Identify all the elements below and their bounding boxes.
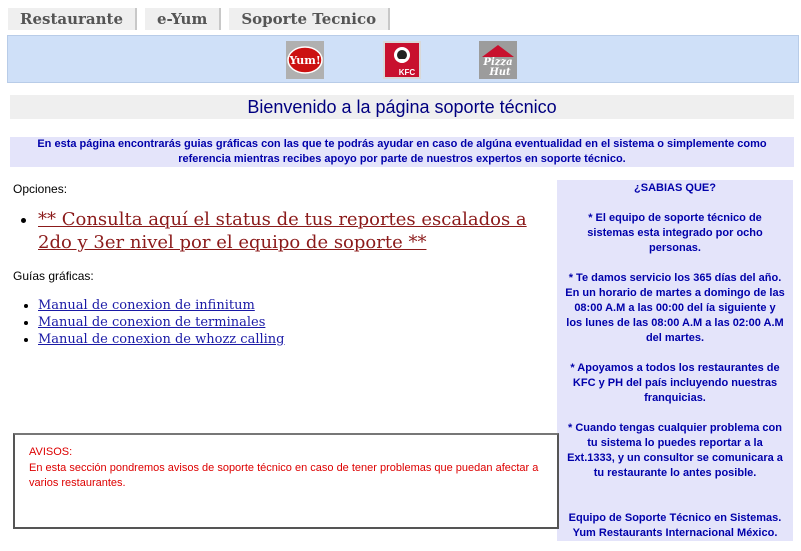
kfc-logo-text: KFC [399, 68, 416, 77]
intro-text: En esta página encontrarás guias gráfica… [10, 137, 794, 167]
sidebar-fact: * Apoyamos a todos los restaurantes de K… [570, 362, 780, 404]
list-item: ** Consulta aquí el status de tus report… [38, 208, 553, 254]
status-reports-link[interactable]: ** Consulta aquí el status de tus report… [38, 209, 527, 253]
guide-link-whozz-calling[interactable]: Manual de conexion de whozz calling [38, 332, 285, 347]
top-nav: Restaurante e-Yum Soporte Tecnico [8, 8, 391, 32]
guide-link-terminales[interactable]: Manual de conexion de terminales [38, 315, 265, 330]
tab-soporte-tecnico[interactable]: Soporte Tecnico [229, 8, 391, 30]
page-title: Bienvenido a la página soporte técnico [10, 95, 794, 119]
sidebar-fact: * Cuando tengas cualquier problema con t… [567, 422, 783, 479]
pizza-hut-text-2: Hut [488, 67, 511, 78]
pizza-hut-logo[interactable]: Pizza Hut [479, 41, 517, 79]
logo-bar: Yum! KFC Pizza Hut [7, 35, 799, 83]
avisos-box: AVISOS: En esta sección pondremos avisos… [13, 433, 559, 529]
guide-link-infinitum[interactable]: Manual de conexion de infinitum [38, 298, 255, 313]
kfc-logo[interactable]: KFC [383, 41, 421, 79]
avisos-title: AVISOS: [29, 446, 73, 458]
sidebar-fact: * El equipo de soporte técnico de sistem… [587, 212, 763, 254]
tab-e-yum[interactable]: e-Yum [145, 8, 222, 30]
yum-logo-text: Yum! [288, 54, 320, 67]
opciones-label: Opciones: [13, 182, 68, 196]
list-item: Manual de conexion de whozz calling [38, 331, 538, 348]
guides-list: Manual de conexion de infinitum Manual d… [38, 297, 538, 348]
avisos-text: En esta sección pondremos avisos de sopo… [29, 462, 539, 489]
yum-logo[interactable]: Yum! [286, 41, 324, 79]
guias-label: Guías gráficas: [13, 269, 94, 283]
sidebar-footer: Equipo de Soporte Técnico en Sistemas. Y… [568, 512, 782, 539]
tab-restaurante[interactable]: Restaurante [8, 8, 138, 30]
list-item: Manual de conexion de infinitum [38, 297, 538, 314]
list-item: Manual de conexion de terminales [38, 314, 538, 331]
options-list: ** Consulta aquí el status de tus report… [38, 208, 553, 254]
sidebar-fact: * Te damos servicio los 365 días del año… [565, 272, 785, 344]
sidebar-title: ¿SABIAS QUE? [634, 182, 716, 194]
sabias-que-panel: ¿SABIAS QUE? * El equipo de soporte técn… [557, 180, 793, 541]
